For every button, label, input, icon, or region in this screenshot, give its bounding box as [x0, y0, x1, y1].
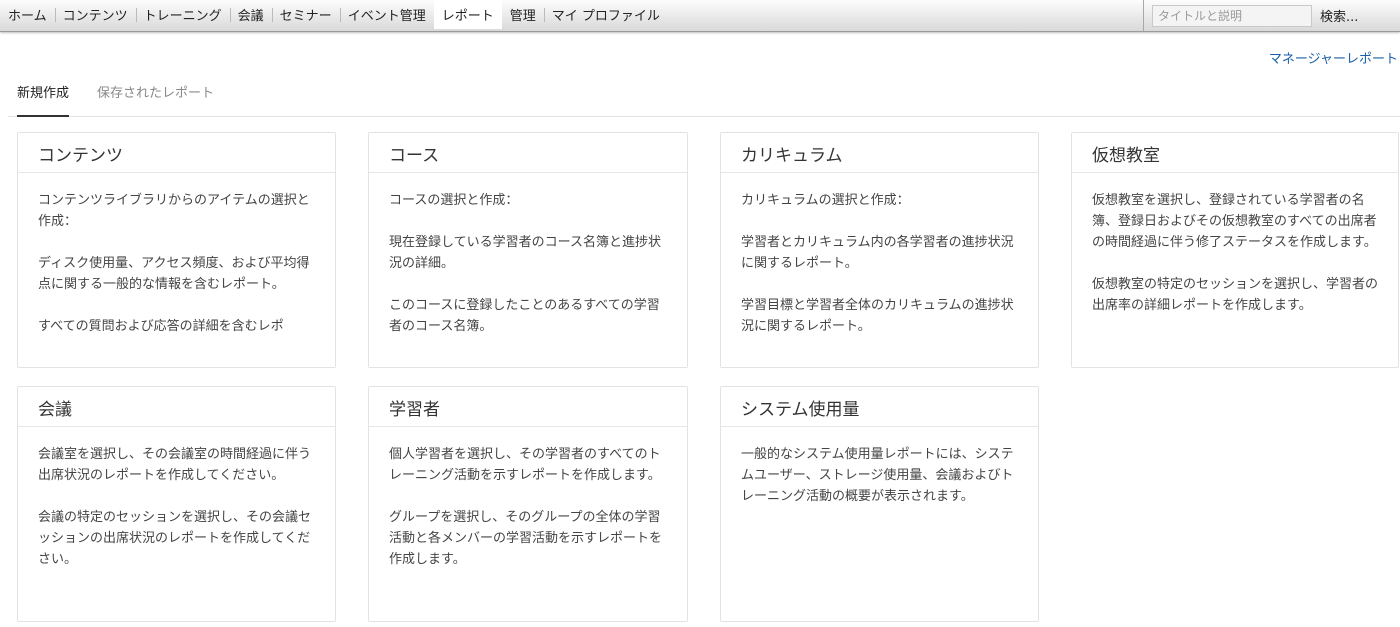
card-text: このコースに登録したことのあるすべての学習者のコース名簿。 [389, 298, 660, 334]
card-body: 会議室を選択し、その会議室の時間経過に伴う出席状況のレポートを作成してください。… [18, 427, 335, 570]
search-area: 検索... [1143, 0, 1400, 31]
card-text: 会議室を選択し、その会議室の時間経過に伴う出席状況のレポートを作成してください。 [38, 447, 312, 483]
card-content[interactable]: コンテンツ コンテンツライブラリからのアイテムの選択と作成： ディスク使用量、ア… [17, 132, 336, 368]
card-text: コースの選択と作成： [389, 193, 519, 208]
card-title: 会議 [18, 387, 335, 427]
card-title: 学習者 [369, 387, 687, 427]
card-text: コンテンツライブラリからのアイテムの選択と作成： [38, 193, 310, 229]
nav-label: 会議 [237, 9, 264, 24]
report-tabs: 新規作成 保存されたレポート [8, 72, 1400, 117]
card-meeting[interactable]: 会議 会議室を選択し、その会議室の時間経過に伴う出席状況のレポートを作成してくだ… [17, 386, 336, 622]
card-body: 仮想教室を選択し、登録されている学習者の名簿、登録日およびその仮想教室のすべての… [1072, 173, 1398, 316]
card-course[interactable]: コース コースの選択と作成： 現在登録している学習者のコース名簿と進捗状況の詳細… [368, 132, 688, 368]
card-text: 仮想教室の特定のセッションを選択し、学習者の出席率の詳細レポートを作成します。 [1092, 277, 1379, 313]
nav-reports[interactable]: レポート [433, 0, 502, 29]
card-text: すべての質問および応答の詳細を含むレポ [38, 319, 284, 334]
nav-my-profile[interactable]: マイ プロファイル [543, 0, 668, 29]
main-nav: ホーム コンテンツ トレーニング 会議 セミナー イベント管理 レポート 管理 … [0, 0, 668, 29]
nav-label: イベント管理 [347, 9, 426, 24]
nav-label: マイ プロファイル [551, 9, 660, 24]
card-body: コースの選択と作成： 現在登録している学習者のコース名簿と進捗状況の詳細。 この… [369, 173, 687, 337]
nav-admin[interactable]: 管理 [502, 0, 544, 29]
nav-label: セミナー [279, 9, 332, 24]
card-text: 現在登録している学習者のコース名簿と進捗状況の詳細。 [389, 235, 661, 271]
card-learner[interactable]: 学習者 個人学習者を選択し、その学習者のすべてのトレーニング活動を示すレポートを… [368, 386, 688, 622]
nav-home[interactable]: ホーム [0, 0, 55, 29]
nav-label: ホーム [8, 9, 47, 24]
card-body: コンテンツライブラリからのアイテムの選択と作成： ディスク使用量、アクセス頻度、… [18, 173, 335, 337]
tab-new[interactable]: 新規作成 [17, 82, 70, 117]
nav-seminars[interactable]: セミナー [271, 0, 340, 29]
card-text: グループを選択し、そのグループの全体の学習活動と各メンバーの学習活動を示すレポー… [389, 510, 663, 567]
card-title: システム使用量 [721, 387, 1038, 427]
card-text: 一般的なシステム使用量レポートには、システムユーザー、ストレージ使用量、会議およ… [741, 447, 1014, 504]
search-button[interactable]: 検索... [1320, 6, 1358, 25]
nav-meetings[interactable]: 会議 [229, 0, 272, 29]
nav-training[interactable]: トレーニング [135, 0, 230, 29]
card-title: 仮想教室 [1072, 133, 1398, 173]
card-curriculum[interactable]: カリキュラム カリキュラムの選択と作成： 学習者とカリキュラム内の各学習者の進捗… [720, 132, 1039, 368]
card-text: ディスク使用量、アクセス頻度、および平均得点に関する一般的な情報を含むレポート。 [38, 256, 310, 292]
card-title: コンテンツ [18, 133, 335, 173]
nav-event-management[interactable]: イベント管理 [339, 0, 434, 29]
card-body: カリキュラムの選択と作成： 学習者とカリキュラム内の各学習者の進捗状況に関するレ… [721, 173, 1038, 337]
tab-saved-reports[interactable]: 保存されたレポート [97, 82, 214, 115]
nav-label: レポート [441, 9, 494, 24]
card-virtual-classroom[interactable]: 仮想教室 仮想教室を選択し、登録されている学習者の名簿、登録日およびその仮想教室… [1071, 132, 1399, 368]
nav-label: トレーニング [143, 9, 222, 24]
top-nav-bar: ホーム コンテンツ トレーニング 会議 セミナー イベント管理 レポート 管理 … [0, 0, 1400, 32]
card-body: 一般的なシステム使用量レポートには、システムユーザー、ストレージ使用量、会議およ… [721, 427, 1038, 507]
card-system-usage[interactable]: システム使用量 一般的なシステム使用量レポートには、システムユーザー、ストレージ… [720, 386, 1039, 622]
nav-label: 管理 [509, 9, 536, 24]
card-title: カリキュラム [721, 133, 1038, 173]
nav-content[interactable]: コンテンツ [54, 0, 136, 29]
manager-report-link[interactable]: マネージャーレポート [1269, 48, 1398, 67]
card-text: 仮想教室を選択し、登録されている学習者の名簿、登録日およびその仮想教室のすべての… [1092, 193, 1377, 250]
card-text: 個人学習者を選択し、その学習者のすべてのトレーニング活動を示すレポートを作成しま… [389, 447, 661, 483]
search-input[interactable] [1152, 4, 1312, 27]
card-body: 個人学習者を選択し、その学習者のすべてのトレーニング活動を示すレポートを作成しま… [369, 427, 687, 570]
card-text: 学習目標と学習者全体のカリキュラムの進捗状況に関するレポート。 [741, 298, 1014, 334]
card-text: カリキュラムの選択と作成： [741, 193, 910, 208]
nav-label: コンテンツ [62, 9, 128, 24]
card-text: 会議の特定のセッションを選択し、その会議セッションの出席状況のレポートを作成して… [38, 510, 312, 567]
card-title: コース [369, 133, 687, 173]
card-text: 学習者とカリキュラム内の各学習者の進捗状況に関するレポート。 [741, 235, 1014, 271]
